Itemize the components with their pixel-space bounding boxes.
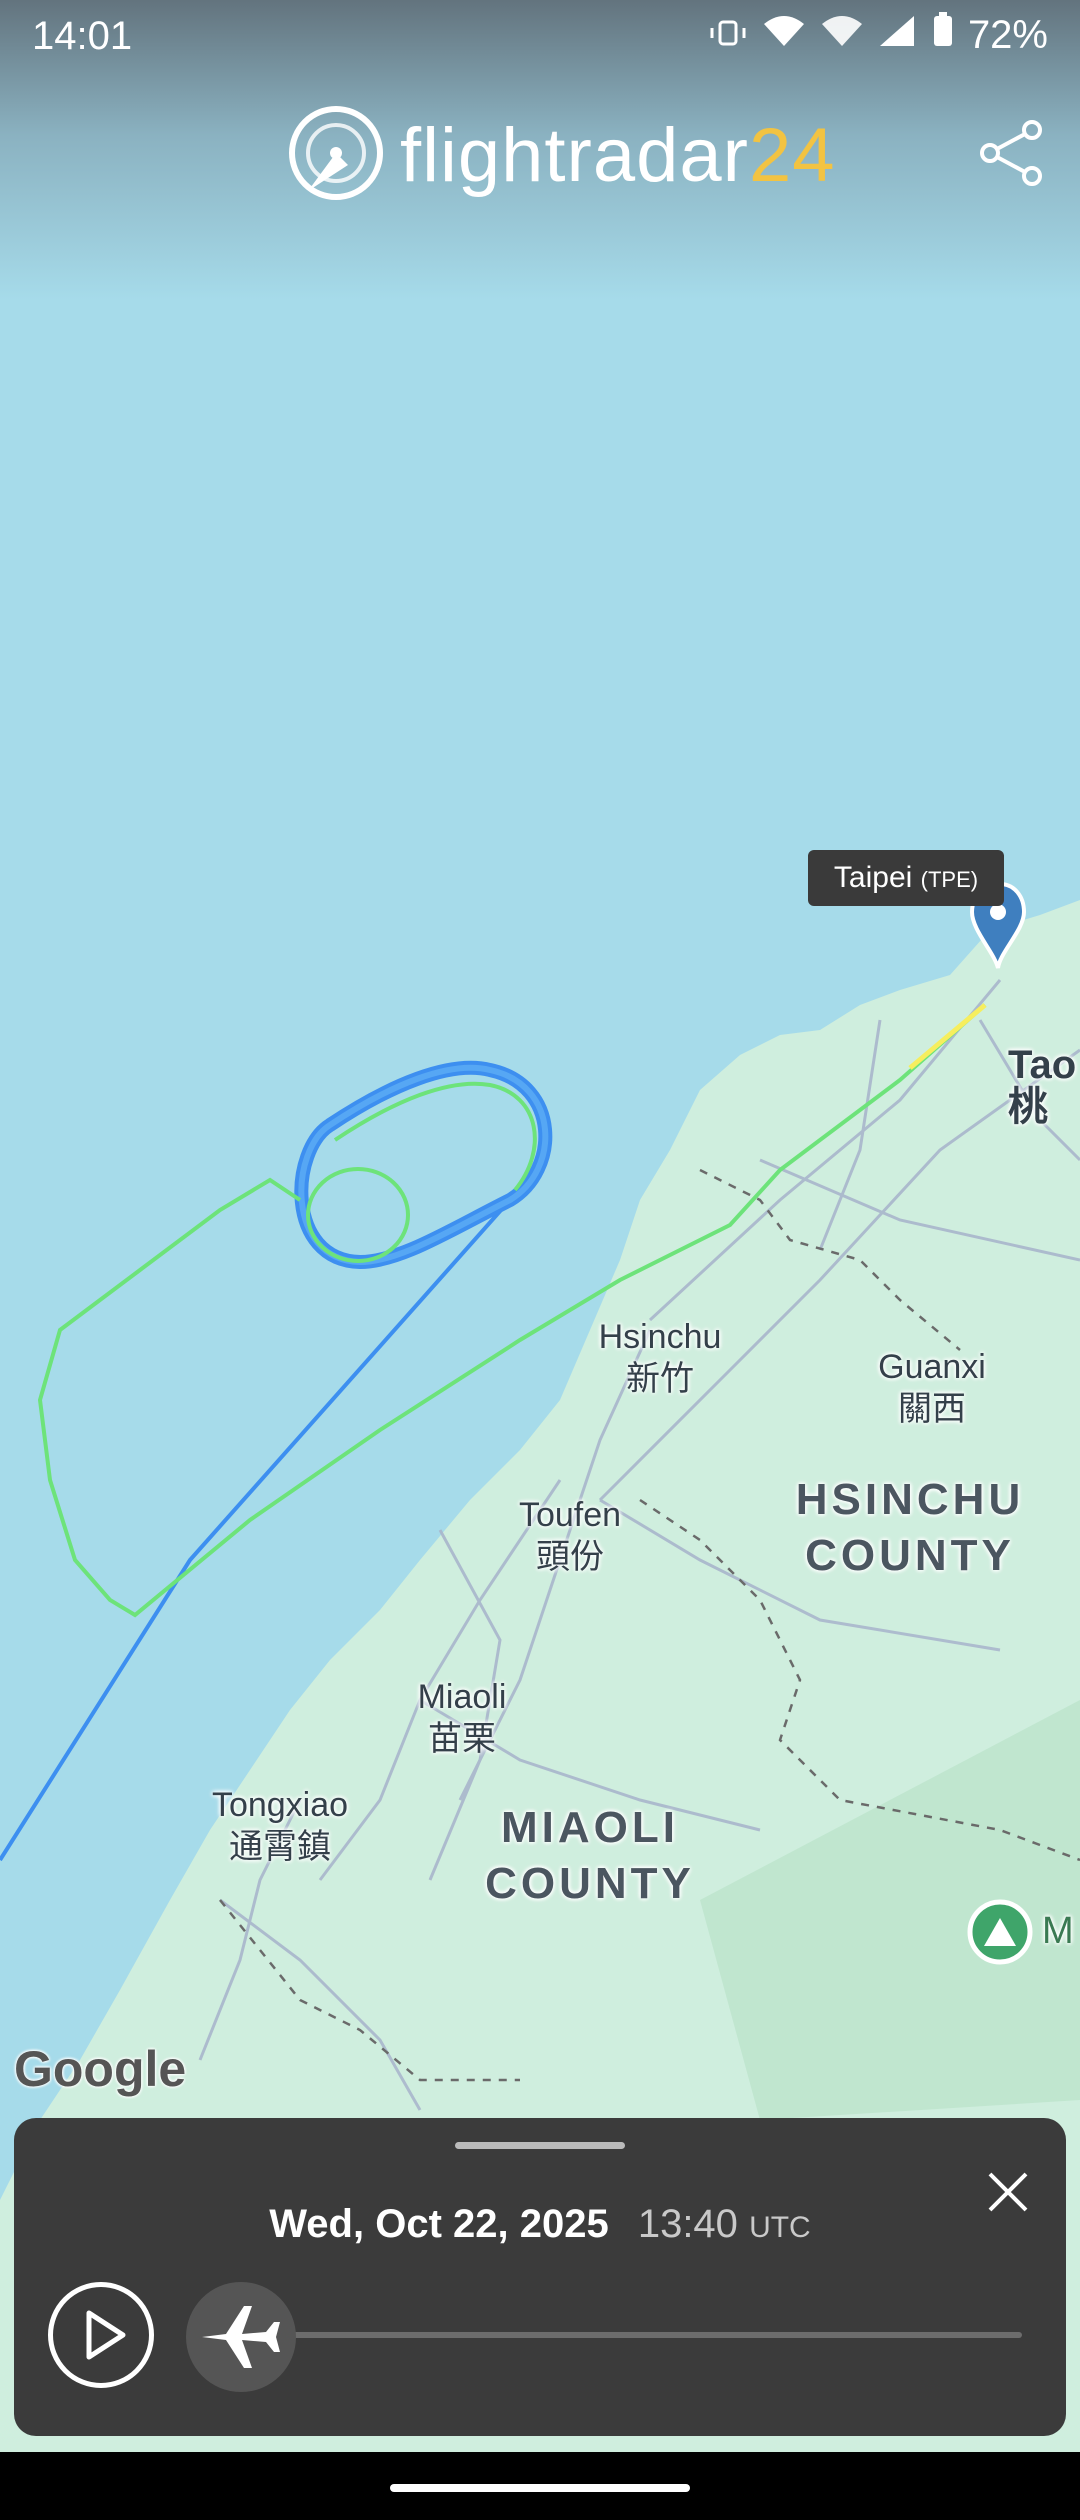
play-button[interactable]: [48, 2282, 154, 2388]
wifi-call-icon: [820, 13, 864, 58]
status-time: 14:01: [32, 14, 133, 58]
panel-drag-handle[interactable]: [455, 2142, 625, 2149]
playback-date: Wed, Oct 22, 2025: [269, 2202, 609, 2246]
map-label-hsinchu-county-2: COUNTY: [805, 1531, 1015, 1580]
playback-timezone: UTC: [749, 2211, 811, 2244]
map-label-hsinchu: Hsinchu 新竹: [570, 1316, 750, 1400]
map-label-hsinchu-en: Hsinchu: [598, 1318, 722, 1356]
google-attribution: Google: [14, 2041, 187, 2097]
map-label-guanxi-en: Guanxi: [878, 1348, 986, 1386]
map-label-hsinchu-county-1: HSINCHU: [795, 1475, 1025, 1524]
status-bar: 14:01 72%: [0, 0, 1080, 72]
map-label-hsinchu-county: HSINCHU COUNTY: [760, 1472, 1060, 1584]
brand-wordmark: flightradar24: [400, 112, 836, 199]
map-label-tongxiao-en: Tongxiao: [211, 1786, 349, 1824]
share-button[interactable]: [976, 118, 1046, 193]
map-label-toufen-en: Toufen: [518, 1496, 622, 1534]
home-gesture-handle[interactable]: [390, 2484, 690, 2492]
battery-icon: [932, 12, 954, 58]
map-label-miaoli-zh: 苗栗: [428, 1720, 496, 1758]
map-label-tongxiao: Tongxiao 通霄鎮: [180, 1784, 380, 1868]
playback-slider-track[interactable]: [224, 2332, 1022, 2338]
map-label-toufen: Toufen 頭份: [490, 1494, 650, 1578]
playback-datetime: Wed, Oct 22, 2025 13:40 UTC: [14, 2202, 1066, 2247]
flightradar-logo: flightradar24: [288, 100, 836, 210]
map-label-taoyuan-zh: 桃: [1008, 1085, 1048, 1129]
map-label-guanxi: Guanxi 關西: [852, 1346, 1012, 1430]
map-label-miaoli-county: MIAOLI COUNTY: [440, 1800, 740, 1912]
map-label-park: M: [1042, 1910, 1074, 1952]
signal-icon: [878, 13, 918, 58]
map-label-tongxiao-zh: 通霄鎮: [229, 1828, 331, 1866]
airport-name: Taipei: [833, 861, 913, 894]
airport-code: (TPE): [920, 867, 979, 892]
map-label-miaoli-county-1: MIAOLI: [501, 1803, 679, 1852]
share-icon: [976, 120, 1046, 192]
radar-logo-icon: [288, 105, 384, 206]
battery-percent: 72%: [967, 12, 1048, 57]
map-label-toufen-zh: 頭份: [536, 1538, 604, 1576]
map-label-taoyuan-en: Tao: [1008, 1043, 1077, 1087]
map-label-miaoli: Miaoli 苗栗: [382, 1676, 542, 1760]
brand-suffix: 24: [748, 112, 836, 198]
map-label-miaoli-en: Miaoli: [417, 1678, 507, 1716]
system-nav-bar: [0, 2452, 1080, 2520]
map-label-miaoli-county-2: COUNTY: [485, 1859, 695, 1908]
airport-tooltip[interactable]: Taipei (TPE): [808, 850, 1004, 906]
wifi-icon: [762, 13, 806, 58]
map-label-taoyuan: Tao 桃: [1008, 1044, 1076, 1128]
playback-time: 13:40: [637, 2202, 738, 2246]
playback-panel: Wed, Oct 22, 2025 13:40 UTC: [14, 2118, 1066, 2436]
airplane-icon: [186, 2306, 296, 2396]
vibrate-icon: [708, 13, 748, 58]
brand-main: flightradar: [400, 112, 749, 198]
playback-slider-thumb[interactable]: [186, 2282, 296, 2392]
park-marker-icon: [967, 1899, 1033, 1965]
map-label-hsinchu-zh: 新竹: [626, 1360, 694, 1398]
map-label-guanxi-zh: 關西: [898, 1390, 966, 1428]
